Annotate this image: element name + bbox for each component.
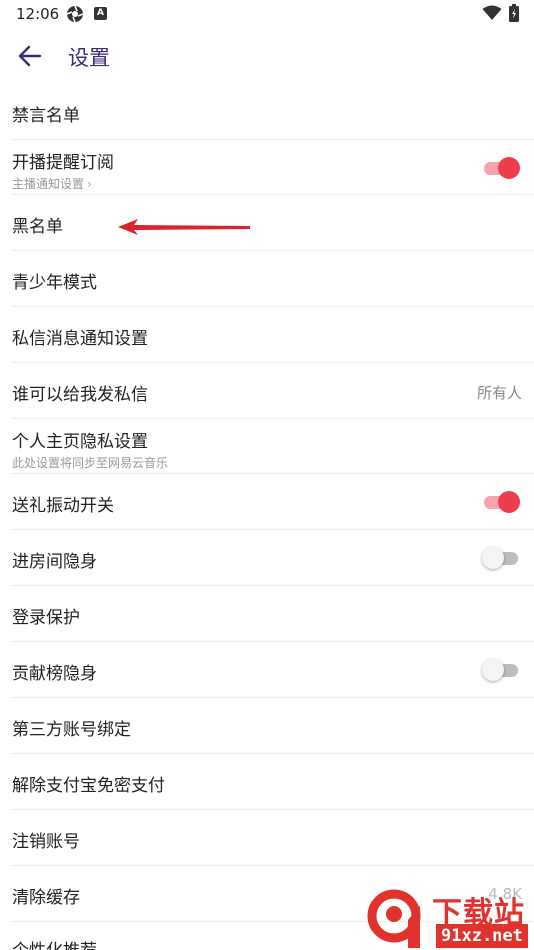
gift-vibrate-toggle[interactable]	[484, 491, 520, 513]
room-invisible-toggle[interactable]	[482, 547, 518, 569]
setting-label: 个性化推荐	[12, 936, 97, 950]
setting-label: 第三方账号绑定	[12, 720, 131, 740]
setting-dm-notify[interactable]: 私信消息通知设置	[12, 307, 534, 363]
setting-label: 黑名单	[12, 217, 63, 237]
app-bar: 设置	[0, 28, 534, 84]
setting-label: 进房间隐身	[12, 552, 97, 572]
setting-who-can-dm[interactable]: 谁可以给我发私信 所有人	[12, 363, 534, 419]
watermark-logo-icon: 9	[367, 889, 421, 948]
page-title: 设置	[68, 46, 110, 70]
back-arrow-icon[interactable]	[16, 42, 44, 70]
setting-label: 开播提醒订阅	[12, 153, 114, 173]
setting-homepage-privacy[interactable]: 个人主页隐私设置 此处设置将同步至网易云音乐	[12, 419, 534, 474]
live-reminder-toggle[interactable]	[484, 157, 520, 179]
setting-label: 注销账号	[12, 832, 80, 852]
setting-mute-list[interactable]: 禁言名单	[12, 84, 534, 140]
setting-label: 私信消息通知设置	[12, 329, 148, 349]
setting-description: 此处设置将同步至网易云音乐	[12, 456, 169, 470]
wifi-icon	[482, 5, 502, 20]
setting-delete-account[interactable]: 注销账号	[12, 810, 534, 866]
setting-rank-invisible[interactable]: 贡献榜隐身	[12, 642, 534, 698]
setting-label: 解除支付宝免密支付	[12, 776, 165, 796]
status-bar: 12:06 A	[0, 0, 534, 28]
settings-list: 禁言名单 开播提醒订阅 主播通知设置 › 黑名单 青少年模式 私信消息通知设置 谁…	[0, 84, 534, 950]
setting-label: 登录保护	[12, 608, 80, 628]
setting-value: 所有人	[476, 384, 522, 402]
aperture-icon	[66, 5, 84, 23]
setting-teen-mode[interactable]: 青少年模式	[12, 251, 534, 307]
watermark: 9 下载站 91xz.net	[364, 886, 534, 950]
setting-label: 谁可以给我发私信	[12, 385, 148, 405]
setting-label: 贡献榜隐身	[12, 664, 97, 684]
setting-label: 禁言名单	[12, 106, 80, 126]
battery-icon	[509, 4, 519, 22]
setting-label: 青少年模式	[12, 273, 97, 293]
watermark-url: 91xz.net	[436, 924, 528, 948]
setting-live-reminder[interactable]: 开播提醒订阅 主播通知设置 ›	[12, 140, 534, 195]
setting-label: 送礼振动开关	[12, 496, 114, 516]
setting-login-protect[interactable]: 登录保护	[12, 586, 534, 642]
setting-blacklist[interactable]: 黑名单	[12, 195, 534, 251]
status-time: 12:06	[16, 5, 60, 23]
setting-alipay-unbind[interactable]: 解除支付宝免密支付	[12, 754, 534, 810]
setting-third-party-binding[interactable]: 第三方账号绑定	[12, 698, 534, 754]
setting-label: 个人主页隐私设置	[12, 432, 148, 452]
chevron-right-icon: ›	[87, 177, 92, 191]
setting-label: 清除缓存	[12, 888, 80, 908]
rank-invisible-toggle[interactable]	[482, 659, 518, 681]
a-badge-icon: A	[94, 7, 107, 20]
setting-gift-vibrate[interactable]: 送礼振动开关	[12, 474, 534, 530]
anchor-notify-link[interactable]: 主播通知设置 ›	[12, 175, 92, 192]
setting-room-invisible[interactable]: 进房间隐身	[12, 530, 534, 586]
